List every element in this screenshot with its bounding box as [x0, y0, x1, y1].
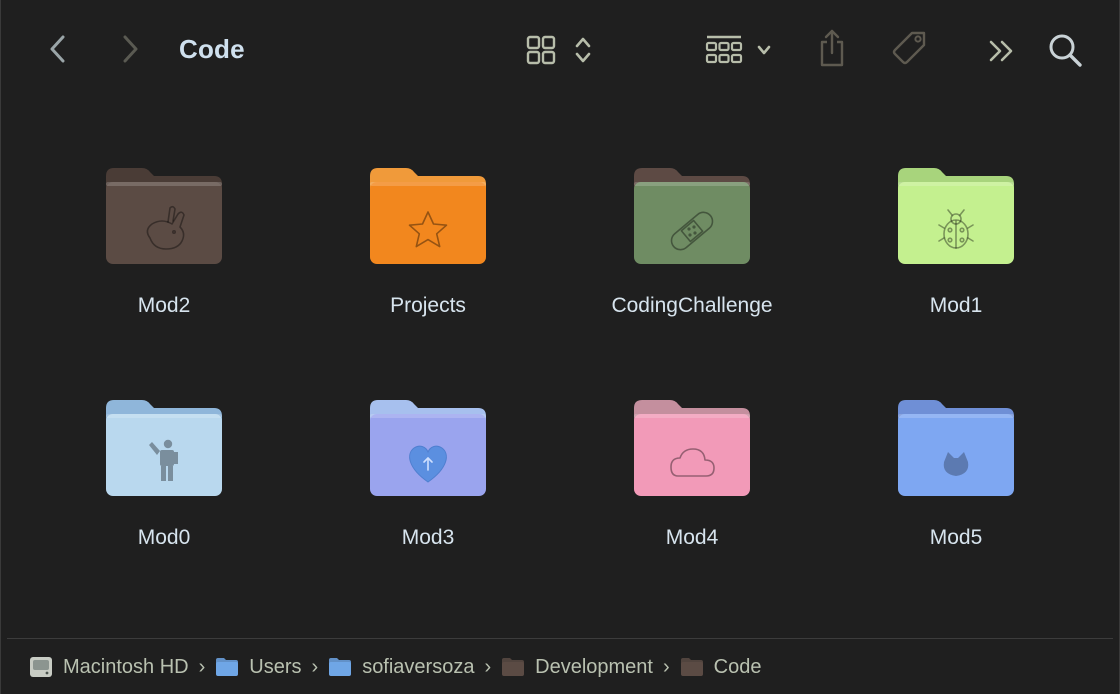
- folder-icon: [898, 168, 1014, 264]
- folder-label: Mod3: [401, 526, 455, 549]
- pathbar-divider: [7, 638, 1113, 639]
- folder-item[interactable]: Mod0: [44, 382, 284, 572]
- folder-label: Mod2: [137, 294, 191, 317]
- folder-icon: [370, 400, 486, 496]
- path-crumb[interactable]: Code: [680, 655, 762, 679]
- path-crumb-label: sofiaversoza: [362, 655, 475, 678]
- folder-graphic: [104, 396, 224, 500]
- folder-grid: Mod2 Projects CodingChallenge Mod1 Mod0 …: [1, 150, 1119, 590]
- view-options-button[interactable]: [519, 30, 599, 70]
- chevron-left-icon: [50, 35, 65, 63]
- path-separator: ›: [484, 655, 492, 678]
- folder-icon: [501, 657, 525, 677]
- folder-label: Mod0: [137, 526, 191, 549]
- folder-icon: [680, 657, 704, 677]
- share-button[interactable]: [813, 26, 851, 70]
- group-by-button[interactable]: [699, 30, 777, 70]
- folder-label: Mod1: [929, 294, 983, 317]
- folder-icon: [370, 168, 486, 264]
- folder-item[interactable]: Mod2: [44, 150, 284, 340]
- folder-graphic: [632, 396, 752, 500]
- folder-graphic: [632, 164, 752, 268]
- window-title: Code: [179, 34, 245, 64]
- hard-drive-icon: [29, 657, 53, 677]
- folder-label: Mod5: [929, 526, 983, 549]
- path-crumb[interactable]: sofiaversoza: [328, 656, 474, 679]
- folder-icon: [634, 168, 750, 264]
- folder-item[interactable]: CodingChallenge: [572, 150, 812, 340]
- path-separator: ›: [198, 655, 206, 678]
- folder-graphic: [896, 396, 1016, 500]
- path-crumb-label: Users: [249, 655, 302, 678]
- folder-icon: [634, 400, 750, 496]
- forward-button[interactable]: [115, 32, 145, 66]
- folder-label: CodingChallenge: [611, 294, 773, 317]
- folder-item[interactable]: Mod5: [836, 382, 1076, 572]
- up-down-chevron-icon: [575, 37, 591, 63]
- path-separator: ›: [311, 655, 319, 678]
- path-crumb[interactable]: Macintosh HD: [29, 656, 189, 679]
- magnifier-icon: [1049, 34, 1082, 67]
- folder-graphic: [368, 396, 488, 500]
- chevron-down-icon: [757, 45, 771, 55]
- back-button[interactable]: [43, 32, 73, 66]
- folder-graphic: [896, 164, 1016, 268]
- double-chevron-icon: [989, 40, 1013, 62]
- tag-button[interactable]: [889, 28, 931, 70]
- folder-icon: [215, 657, 239, 677]
- finder-window: Code Mod2 Projects CodingChallenge Mod1 …: [0, 0, 1120, 694]
- share-icon: [820, 29, 844, 67]
- folder-icon: [898, 400, 1014, 496]
- folder-item[interactable]: Mod4: [572, 382, 812, 572]
- chevron-right-icon: [123, 35, 138, 63]
- path-crumb-label: Macintosh HD: [63, 655, 189, 678]
- folder-icon: [328, 657, 352, 677]
- path-crumb[interactable]: Development: [501, 656, 653, 679]
- folder-item[interactable]: Mod1: [836, 150, 1076, 340]
- folder-graphic: [368, 164, 488, 268]
- path-separator: ›: [662, 655, 670, 678]
- folder-label: Projects: [390, 294, 466, 317]
- folder-item[interactable]: Mod3: [308, 382, 548, 572]
- toolbar: Code: [1, 0, 1119, 100]
- path-crumb-label: Development: [535, 655, 653, 678]
- icon-grid-view-icon: [526, 35, 556, 65]
- folder-icon: [106, 400, 222, 496]
- folder-item[interactable]: Projects: [308, 150, 548, 340]
- tag-icon: [892, 31, 926, 65]
- path-bar: Macintosh HD › Users › sofiaversoza › Developm…: [1, 640, 1119, 694]
- folder-graphic: [104, 164, 224, 268]
- folder-icon: [106, 168, 222, 264]
- more-toolbar-button[interactable]: [985, 36, 1019, 66]
- search-button[interactable]: [1045, 30, 1085, 70]
- folder-label: Mod4: [665, 526, 719, 549]
- group-by-icon: [705, 35, 743, 64]
- path-crumb[interactable]: Users: [215, 655, 302, 679]
- path-crumb-label: Code: [713, 655, 762, 678]
